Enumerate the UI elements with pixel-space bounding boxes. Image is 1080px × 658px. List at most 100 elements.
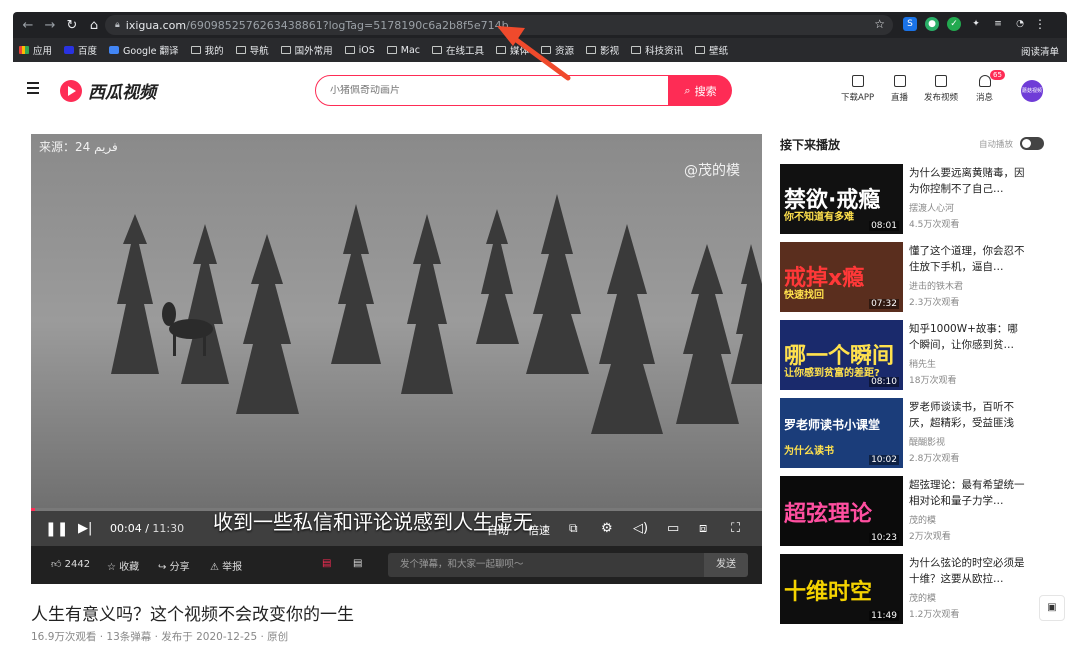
report-button[interactable]: ⚠ 举报 [210, 558, 242, 573]
upload-video-button[interactable]: 发布视频 [924, 75, 958, 103]
site-logo[interactable]: 西瓜视频 [60, 78, 156, 103]
recommended-author[interactable]: 茂的模 [909, 591, 936, 604]
recommended-views: 1.2万次观看 [909, 610, 960, 620]
bookmark-label: 百度 [78, 46, 98, 57]
video-watermark: @茂的模 [684, 163, 740, 179]
bookmark-item[interactable]: Mac [386, 45, 420, 56]
autoplay-switch[interactable] [1020, 137, 1044, 150]
live-icon [893, 75, 906, 87]
folder-icon [631, 46, 642, 54]
folder-icon [695, 46, 706, 54]
search-button-label: 搜索 [694, 84, 717, 98]
folder-icon [280, 46, 291, 54]
bookmark-item[interactable]: 媒体 [496, 43, 529, 57]
messages-button[interactable]: 65 消息 [976, 70, 1005, 103]
subtitle-toggle-icon[interactable]: ⧉ [569, 521, 578, 536]
lock-icon: 🔒︎ [115, 20, 120, 30]
settings-gear-icon[interactable]: ⚙ [601, 521, 613, 536]
bookmark-item[interactable]: 我的 [190, 43, 224, 57]
collect-button[interactable]: ☆ 收藏 [107, 558, 139, 573]
danmu-toggle-icon[interactable]: ▤ [322, 558, 331, 569]
wechat-extension-icon[interactable]: ● [925, 17, 939, 31]
recommended-video[interactable]: 哪一个瞬间 让你感到贫富的差距? 08:10 知乎1000W+故事：哪个瞬间，让你感到… [780, 320, 1028, 390]
bookmark-item[interactable]: 资源 [541, 43, 574, 57]
bookmark-label: 国外常用 [294, 46, 333, 57]
autoplay-toggle[interactable]: 自动 [487, 522, 509, 538]
recommended-video[interactable]: 超弦理论 10:23 超弦理论：最有希望统一相对论和量子力学… 茂的模 2万次观看 [780, 476, 1028, 546]
folder-icon [109, 46, 120, 54]
recommended-author[interactable]: 摆渡人心河 [909, 201, 954, 214]
bookmark-item[interactable]: 影视 [586, 43, 619, 57]
bookmark-item[interactable]: iOS [344, 45, 375, 56]
browser-toolbar: ← → ↻ ⌂ 🔒︎ ixigua.com /69098525762634388… [13, 12, 1067, 38]
like-button[interactable]: 👍︎ 2442 [51, 558, 90, 570]
share-button[interactable]: ↪ 分享 [158, 558, 190, 573]
video-thumbnail[interactable]: 哪一个瞬间 让你感到贫富的差距? 08:10 [780, 320, 903, 390]
recommended-video[interactable]: 十维时空 11:49 为什么弦论的时空必须是十维？这要从欧拉… 茂的模 1.2万次观看 [780, 554, 1028, 624]
green-extension-icon[interactable]: ✓ [947, 17, 961, 31]
recommended-author[interactable]: 醍醐影视 [909, 435, 945, 448]
search-input[interactable] [330, 85, 650, 96]
profile-icon[interactable]: ◔ [1013, 17, 1027, 31]
bookmark-item[interactable]: 导航 [235, 43, 269, 57]
theater-mode-icon[interactable]: ▭ [667, 521, 679, 536]
address-bar[interactable]: 🔒︎ ixigua.com /6909852576263438861?logTa… [105, 15, 893, 35]
message-count-badge: 65 [990, 70, 1005, 80]
recommended-author[interactable]: 茂的模 [909, 513, 936, 526]
video-thumbnail[interactable]: 超弦理论 10:23 [780, 476, 903, 546]
recommended-views: 18万次观看 [909, 376, 957, 386]
pause-icon[interactable]: ❚❚ [45, 521, 68, 537]
recommended-title[interactable]: 为什么弦论的时空必须是十维？这要从欧拉… [909, 555, 1027, 587]
recommended-author[interactable]: 进击的铁木君 [909, 279, 963, 292]
thumbnail-subtext: 让你感到贫富的差距? [784, 368, 880, 379]
recommended-video[interactable]: 罗老师读书小课堂 为什么读书 10:02 罗老师谈读书，百听不厌，超精彩，受益匪浅醍醐… [780, 398, 1028, 468]
recommended-title[interactable]: 罗老师谈读书，百听不厌，超精彩，受益匪浅 [909, 399, 1027, 431]
feedback-float-icon[interactable]: ▣ [1039, 595, 1065, 621]
media-control-icon[interactable]: ≡ [991, 17, 1005, 31]
danmu-settings-icon[interactable]: ▤ [353, 558, 362, 569]
bookmark-star-icon[interactable]: ☆ [874, 17, 885, 31]
recommended-title[interactable]: 懂了这个道理，你会忍不住放下手机，逼自… [909, 243, 1027, 275]
speed-button[interactable]: 倍速 [528, 522, 550, 538]
video-thumbnail[interactable]: 罗老师读书小课堂 为什么读书 10:02 [780, 398, 903, 468]
picture-in-picture-icon[interactable]: ⧈ [699, 521, 707, 536]
bookmark-item[interactable]: Google 翻译 [109, 43, 179, 57]
home-icon[interactable]: ⌂ [83, 18, 105, 33]
danmu-send-button[interactable]: 发送 [704, 553, 748, 577]
forward-icon[interactable]: → [39, 18, 61, 33]
bookmark-item[interactable]: 在线工具 [432, 43, 484, 57]
recommended-author[interactable]: 稍先生 [909, 357, 936, 370]
extension-s-icon[interactable]: S [903, 17, 917, 31]
back-icon[interactable]: ← [17, 18, 39, 33]
live-button[interactable]: 直播 [891, 75, 908, 103]
video-player[interactable]: 来源：24 فريم @茂的模 收到一些私信和评论说感到人生虚无 ❚❚ ▶| 0… [31, 134, 762, 584]
recommended-title[interactable]: 为什么要远离黄赌毒，因为你控制不了自己… [909, 165, 1027, 197]
video-thumbnail[interactable]: 戒掉x瘾 快速找回 07:32 [780, 242, 903, 312]
bookmark-item[interactable]: 壁纸 [695, 43, 728, 57]
recommended-title[interactable]: 超弦理论：最有希望统一相对论和量子力学… [909, 477, 1027, 509]
autoplay-label: 自动播放 [979, 140, 1014, 150]
next-icon[interactable]: ▶| [78, 521, 92, 536]
menu-kebab-icon[interactable]: ⋮ [1033, 17, 1047, 31]
search-button[interactable]: ⌕ 搜索 [669, 75, 732, 106]
bookmark-item[interactable]: 科技资讯 [631, 43, 683, 57]
video-thumbnail[interactable]: 十维时空 11:49 [780, 554, 903, 624]
avatar[interactable]: 蘑菇视频 [1021, 80, 1043, 102]
recommended-views: 4.5万次观看 [909, 220, 960, 230]
fullscreen-icon[interactable]: ⛶ [731, 521, 740, 536]
bookmark-item[interactable]: 百度 [64, 43, 97, 57]
hamburger-menu-icon[interactable] [27, 82, 39, 94]
search-icon: ⌕ [684, 83, 691, 97]
recommended-title[interactable]: 知乎1000W+故事：哪个瞬间，让你感到贫… [909, 321, 1027, 353]
video-thumbnail[interactable]: 禁欲·戒瘾 你不知道有多难 08:01 [780, 164, 903, 234]
recommended-video[interactable]: 禁欲·戒瘾 你不知道有多难 08:01 为什么要远离黄赌毒，因为你控制不了自己… 摆渡人… [780, 164, 1028, 234]
danmu-input[interactable]: 发个弹幕，和大家一起聊呗～ [388, 553, 704, 577]
bookmark-item[interactable]: 国外常用 [280, 43, 333, 57]
extensions-puzzle-icon[interactable]: ✦ [969, 17, 983, 31]
bookmark-item[interactable]: 应用 [19, 43, 52, 57]
download-app-button[interactable]: 下载APP [841, 75, 874, 103]
reload-icon[interactable]: ↻ [61, 18, 83, 33]
recommended-video[interactable]: 戒掉x瘾 快速找回 07:32 懂了这个道理，你会忍不住放下手机，逼自… 进击的铁木君 2… [780, 242, 1028, 312]
reading-list[interactable]: 阅读清单 [1021, 44, 1059, 58]
volume-icon[interactable]: ◁) [633, 521, 648, 536]
